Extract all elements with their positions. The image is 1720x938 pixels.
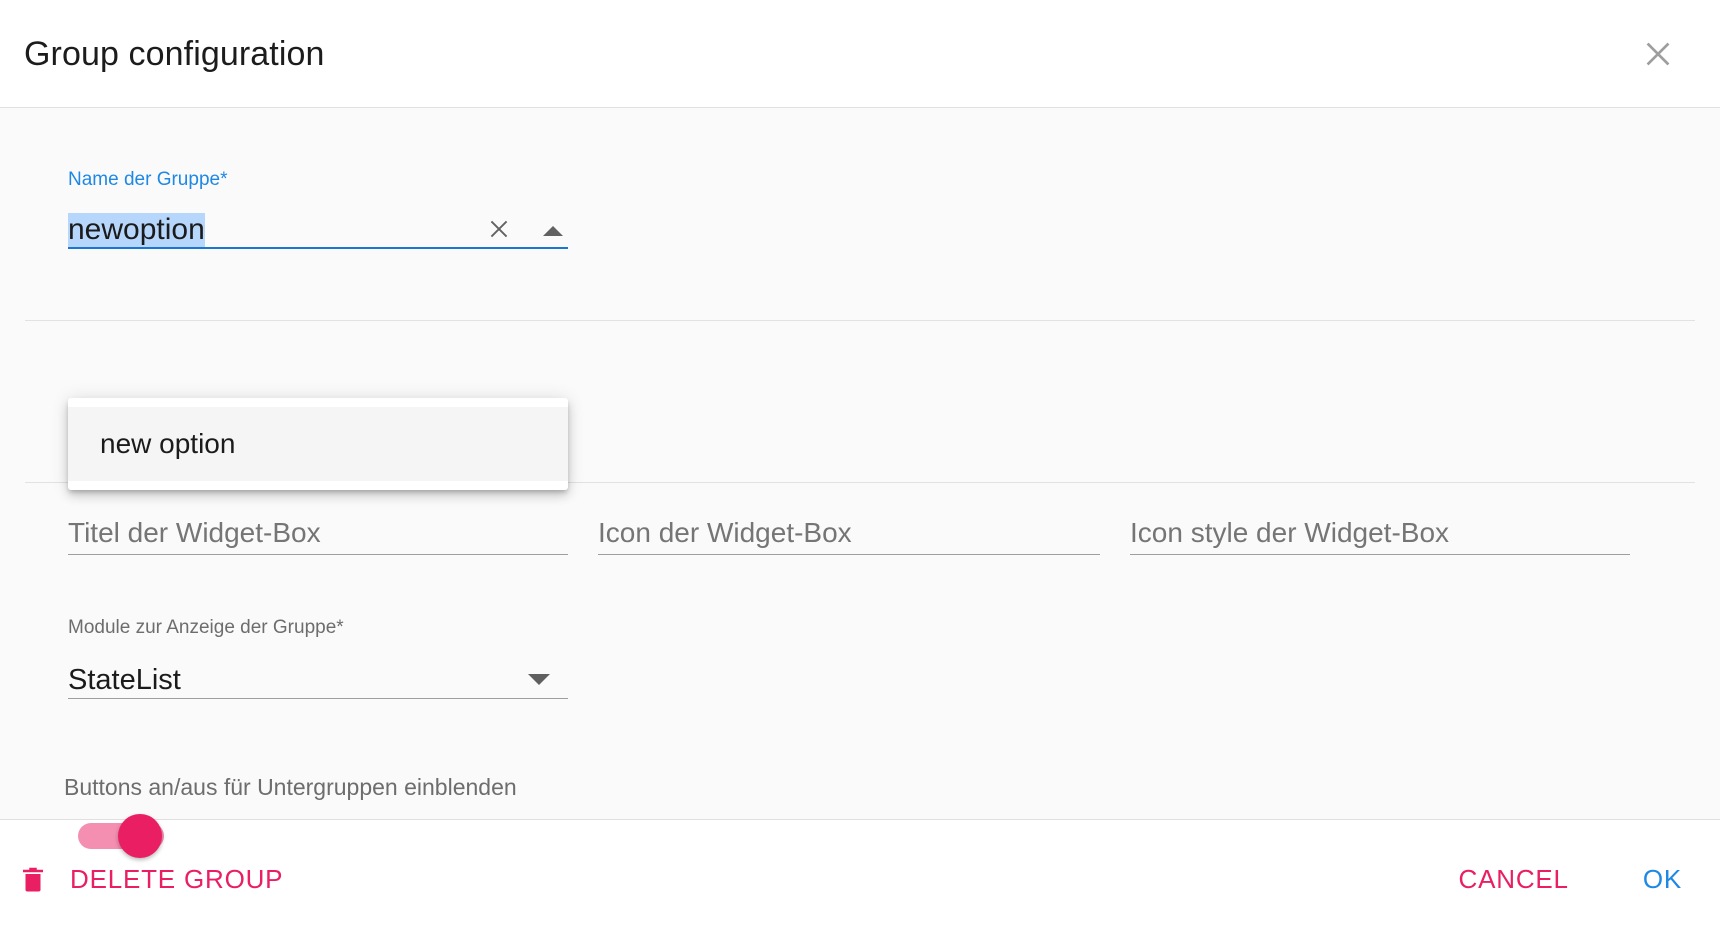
- module-select-wrapper: Module zur Anzeige der Gruppe* StateList: [68, 618, 568, 699]
- page-title: Group configuration: [24, 34, 325, 73]
- module-select-value: StateList: [68, 663, 181, 696]
- widget-title-field[interactable]: Titel der Widget-Box: [68, 503, 568, 555]
- group-name-input-row[interactable]: newoption: [68, 205, 568, 249]
- widget-icon-style-placeholder: Icon style der Widget-Box: [1130, 517, 1450, 548]
- dropdown-option-new-option[interactable]: new option: [68, 407, 568, 481]
- caret-down-icon: [528, 674, 550, 685]
- subgroup-toggle-switch[interactable]: [78, 814, 164, 858]
- dialog-actions: CANCEL OK: [1451, 858, 1690, 901]
- widget-title-placeholder: Titel der Widget-Box: [68, 517, 321, 548]
- dropdown-option-label: new option: [100, 428, 236, 459]
- module-select-label-text: Module zur Anzeige der Gruppe: [68, 617, 337, 638]
- ok-button[interactable]: OK: [1635, 858, 1690, 901]
- collapse-group-name-dropdown-button[interactable]: [540, 218, 566, 244]
- close-dialog-button[interactable]: [1630, 26, 1686, 82]
- group-name-field-wrapper: Name der Gruppe* newoption: [68, 170, 568, 249]
- group-name-input[interactable]: newoption: [68, 212, 205, 247]
- widget-fields-row: Titel der Widget-Box Icon der Widget-Box…: [0, 503, 1720, 563]
- widget-icon-style-field[interactable]: Icon style der Widget-Box: [1130, 503, 1630, 555]
- group-name-dropdown-panel: new option: [68, 398, 568, 490]
- group-name-label: Name der Gruppe*: [68, 170, 568, 189]
- cancel-button[interactable]: CANCEL: [1451, 858, 1577, 901]
- group-name-input-actions: [486, 218, 566, 244]
- dialog-body: Name der Gruppe* newoption new option Ti…: [0, 108, 1720, 858]
- subgroup-toggle-label: Buttons an/aus für Untergruppen einblend…: [64, 774, 517, 800]
- caret-up-icon: [543, 226, 563, 236]
- module-select-label: Module zur Anzeige der Gruppe*: [68, 618, 568, 637]
- subgroup-toggle-wrapper: Buttons an/aus für Untergruppen einblend…: [60, 774, 680, 858]
- close-icon: [486, 216, 512, 247]
- close-icon: [1641, 37, 1675, 71]
- toggle-thumb: [118, 814, 162, 858]
- module-select[interactable]: StateList: [68, 655, 568, 699]
- clear-group-name-button[interactable]: [486, 218, 512, 244]
- delete-group-label: DELETE GROUP: [70, 863, 284, 894]
- group-name-required-marker: *: [220, 169, 229, 190]
- widget-icon-placeholder: Icon der Widget-Box: [598, 517, 852, 548]
- section-divider-1: [25, 320, 1695, 321]
- trash-icon: [18, 863, 48, 895]
- group-name-label-text: Name der Gruppe: [68, 169, 221, 190]
- module-select-required-marker: *: [336, 617, 344, 638]
- delete-group-button[interactable]: DELETE GROUP: [10, 858, 291, 901]
- widget-icon-field[interactable]: Icon der Widget-Box: [598, 503, 1100, 555]
- group-configuration-dialog: Group configuration Name der Gruppe* new…: [0, 0, 1720, 938]
- dialog-header: Group configuration: [0, 0, 1720, 108]
